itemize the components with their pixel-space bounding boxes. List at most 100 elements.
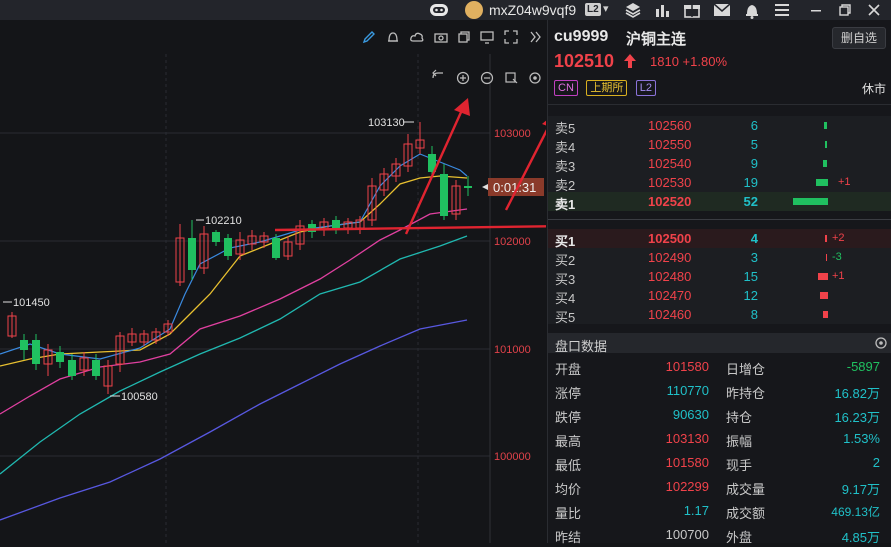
bid-row-best[interactable]: 买1 102500 4 +2	[548, 229, 891, 249]
ask-row[interactable]: 卖4 102550 5	[548, 135, 891, 155]
settings-icon[interactable]	[529, 72, 541, 84]
stat-label: 昨结	[555, 530, 582, 545]
username[interactable]: mxZ04w9vqf9	[489, 2, 576, 18]
bid-row[interactable]: 买4 102470 12	[548, 286, 891, 306]
settings-icon[interactable]	[874, 336, 888, 350]
tag-group: CN 上期所 L2	[554, 78, 660, 96]
bid-label: 买5	[555, 310, 576, 325]
market-status: 休市	[861, 82, 886, 96]
stat-row: 均价 102299 成交量 9.17万	[548, 475, 891, 499]
stat-value: 102299	[665, 479, 709, 494]
stat-value: 100700	[665, 527, 709, 542]
bid-row[interactable]: 买3 102480 15 +1	[548, 267, 891, 287]
stat-row: 量比 1.17 成交额 469.13亿	[548, 499, 891, 523]
volume-bar	[823, 311, 828, 318]
mail-icon[interactable]	[712, 0, 732, 20]
ask-price: 102520	[648, 194, 692, 209]
chart-bars-icon[interactable]	[652, 0, 672, 20]
price-axis-label: 102000	[494, 236, 531, 248]
stat-row: 开盘 101580 日增仓 -5897	[548, 355, 891, 379]
collapse-icon[interactable]	[527, 29, 543, 45]
bell-icon[interactable]	[742, 0, 762, 20]
ask-volume: 52	[743, 194, 758, 209]
bid-volume: 4	[750, 231, 758, 246]
stat-value: 1.53%	[843, 431, 880, 446]
volume-bar	[820, 292, 828, 299]
pencil-icon[interactable]	[361, 29, 377, 45]
candlestick-chart[interactable]: 103000 102000 101000 100000 103130 10221…	[0, 54, 546, 543]
bid-volume: 8	[750, 307, 758, 322]
stat-label: 成交额	[726, 506, 766, 521]
left-high-annotation: 101450	[13, 297, 50, 309]
monitor-icon[interactable]	[479, 29, 495, 45]
volume-bar	[816, 179, 828, 186]
layers-icon[interactable]	[623, 0, 643, 20]
alarm-icon[interactable]	[385, 29, 401, 45]
level-tag: L2	[635, 80, 657, 96]
stat-label: 现手	[726, 458, 753, 473]
undo-icon[interactable]	[432, 69, 443, 79]
stat-label: 最高	[555, 434, 582, 449]
stat-label: 日增仓	[726, 362, 766, 377]
zoom-out-icon[interactable]	[480, 71, 494, 85]
ask-row-best[interactable]: 卖1 102520 52	[548, 192, 891, 212]
stat-value: 110770	[666, 383, 709, 398]
ma-line-magenta	[0, 208, 468, 415]
ask-row[interactable]: 卖5 102560 6	[548, 116, 891, 136]
ask-price: 102560	[648, 118, 692, 133]
ask-volume: 5	[750, 137, 758, 152]
volume-bar	[818, 273, 828, 280]
minimize-icon[interactable]	[806, 0, 826, 20]
stat-value: 469.13亿	[831, 505, 880, 519]
stat-value: 16.23万	[834, 410, 880, 425]
change-value: 1810	[650, 54, 679, 69]
restore-icon[interactable]	[835, 0, 855, 20]
last-price: 102510	[554, 51, 615, 71]
stat-value: 101580	[665, 455, 709, 470]
volume-bar	[825, 141, 827, 148]
bid-volume: 3	[750, 250, 758, 265]
gift-icon[interactable]	[682, 0, 702, 20]
camera-icon[interactable]	[433, 29, 449, 45]
stat-value: 2	[872, 455, 880, 470]
bid-price: 102460	[648, 307, 692, 322]
stat-row: 跌停 90630 持仓 16.23万	[548, 403, 891, 427]
bid-row[interactable]: 买2 102490 3 -3	[548, 248, 891, 268]
ma-line-blue	[0, 319, 468, 521]
copy-icon[interactable]	[456, 29, 472, 45]
avatar[interactable]	[465, 1, 483, 19]
zoom-in-icon[interactable]	[456, 71, 470, 85]
bid-row[interactable]: 买5 102460 8	[548, 305, 891, 325]
stat-label: 外盘	[726, 530, 753, 545]
stat-label: 均价	[555, 482, 582, 497]
stat-value: 101580	[665, 359, 709, 374]
stat-value: 103130	[665, 431, 709, 446]
ask-volume: 6	[750, 118, 758, 133]
stat-value: 90630	[672, 407, 709, 422]
ma-line-yellow	[0, 175, 468, 367]
chevron-down-icon[interactable]: ▾	[603, 2, 609, 15]
high-annotation: 103130	[368, 117, 405, 129]
robot-icon[interactable]	[429, 2, 449, 18]
stat-row: 昨结 100700 外盘 4.85万	[548, 523, 891, 547]
volume-delta: +1	[832, 270, 845, 282]
ask-label: 卖1	[555, 197, 576, 212]
ask-row[interactable]: 卖3 102540 9	[548, 154, 891, 174]
ask-volume: 9	[750, 156, 758, 171]
stat-label: 跌停	[555, 410, 582, 425]
close-icon[interactable]	[864, 0, 884, 20]
cloud-icon[interactable]	[409, 29, 425, 45]
stat-row: 最高 103130 振幅 1.53%	[548, 427, 891, 451]
ask-volume: 19	[743, 175, 758, 190]
chart-toolbar	[0, 20, 546, 54]
ask-row[interactable]: 卖2 102530 19 +1	[548, 173, 891, 193]
volume-bar	[826, 254, 827, 261]
menu-icon[interactable]	[772, 0, 792, 20]
bid-price: 102480	[648, 269, 692, 284]
remove-watchlist-button[interactable]: 删自选	[832, 27, 886, 49]
reset-view-icon[interactable]	[505, 72, 518, 84]
fullscreen-icon[interactable]	[503, 29, 519, 45]
price-axis-label: 103000	[494, 128, 531, 140]
volume-bar	[793, 198, 828, 205]
stat-label: 涨停	[555, 386, 582, 401]
